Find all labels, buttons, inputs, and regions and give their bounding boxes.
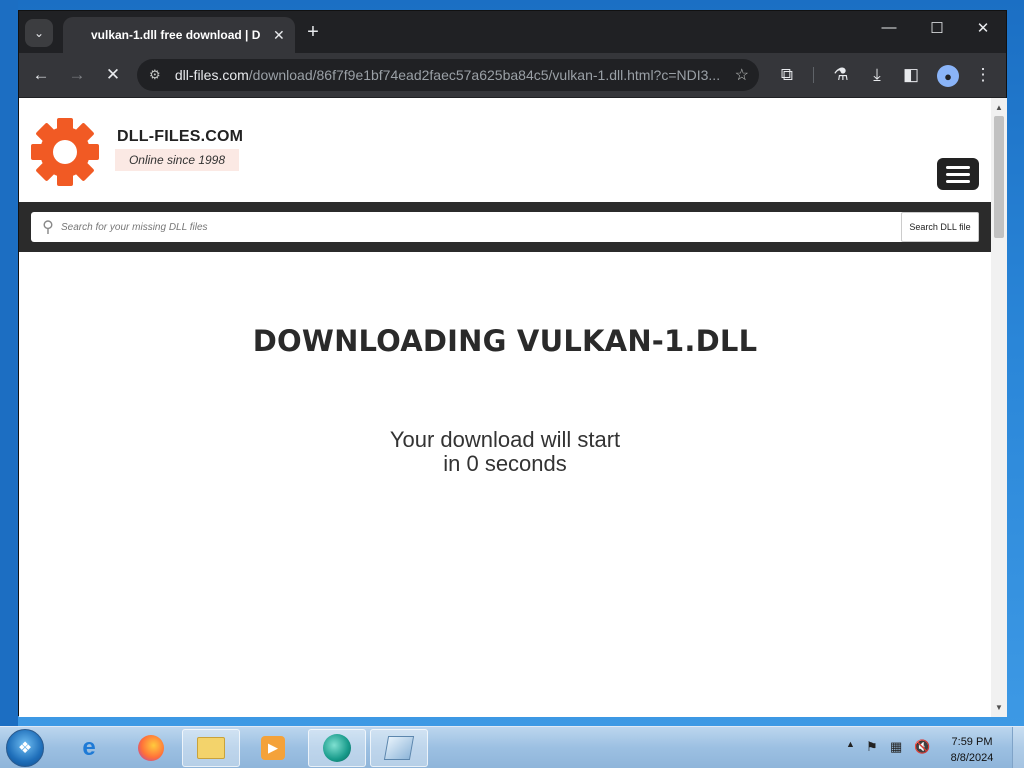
ie-icon: e [82, 734, 96, 761]
maximize-button[interactable]: ☐ [915, 19, 959, 37]
chevron-down-icon: ⌄ [33, 26, 45, 40]
search-box: ⚲ Search DLL file [31, 212, 979, 242]
windows-taskbar: ❖ e ▶ ▲ ⚑ ▦ 🔇 7:59 PM 8/8/2024 [0, 726, 1024, 768]
brand-tagline: Online since 1998 [115, 149, 239, 171]
taskbar-firefox-button[interactable] [122, 729, 180, 767]
media-player-icon: ▶ [261, 736, 285, 760]
tab-close-icon[interactable]: ✕ [273, 27, 285, 44]
hamburger-line [946, 172, 970, 176]
profile-avatar-icon[interactable]: ● [937, 65, 959, 87]
taskbar-media-player-button[interactable]: ▶ [244, 729, 302, 767]
browser-toolbar: ← → ✕ ⚙ dll-files.com/download/86f7f9e1b… [19, 53, 1006, 97]
back-icon[interactable]: ← [29, 63, 53, 87]
bookmark-star-icon[interactable]: ☆ [735, 65, 749, 85]
close-window-button[interactable]: ✕ [961, 19, 1005, 37]
taskbar-app-button[interactable] [370, 729, 428, 767]
hamburger-line [946, 165, 970, 169]
clock-time: 7:59 PM [951, 736, 993, 748]
start-button[interactable]: ❖ [6, 729, 44, 767]
folder-icon [197, 737, 225, 759]
minimize-button[interactable]: — [867, 19, 911, 36]
countdown-line-1: Your download will start [389, 427, 621, 452]
taskbar-clock[interactable]: 7:59 PM 8/8/2024 [940, 734, 1004, 766]
labs-flask-icon[interactable]: ⚗ [829, 63, 853, 87]
toolbar-divider [813, 67, 814, 83]
tab-strip: ⌄ vulkan-1.dll free download | D ✕ + — ☐… [19, 11, 1006, 53]
desktop-background [0, 0, 18, 726]
new-tab-button[interactable]: + [301, 21, 325, 44]
scroll-up-arrow-icon[interactable]: ▲ [994, 103, 1004, 113]
page-viewport: DLL-FILES.COM Online since 1998 ⚲ Search… [19, 98, 991, 717]
windows-logo-icon: ❖ [17, 740, 33, 757]
menu-kebab-icon[interactable]: ⋮ [971, 63, 995, 87]
url-text: dll-files.com/download/86f7f9e1bf74ead2f… [175, 67, 729, 83]
firefox-icon [138, 735, 164, 761]
address-bar[interactable]: ⚙ dll-files.com/download/86f7f9e1bf74ead… [137, 59, 759, 91]
site-info-icon[interactable]: ⚙ [149, 67, 175, 83]
url-path: /download/86f7f9e1bf74ead2faec57a625ba84… [248, 67, 721, 83]
hamburger-menu-button[interactable] [937, 158, 979, 190]
app-icon [383, 736, 415, 760]
forward-icon[interactable]: → [65, 63, 89, 87]
show-desktop-button[interactable] [1012, 727, 1024, 768]
search-dll-button[interactable]: Search DLL file [901, 212, 979, 242]
dll-search-input[interactable] [61, 213, 901, 241]
download-countdown: Your download will start in 0 seconds [19, 428, 991, 476]
countdown-line-2: in 0 seconds [443, 451, 567, 476]
url-domain: dll-files.com [174, 67, 249, 83]
taskbar-browser-button[interactable] [308, 729, 366, 767]
scroll-down-arrow-icon[interactable]: ▼ [994, 703, 1004, 713]
page-scrollbar[interactable]: ▲ ▼ [991, 98, 1007, 717]
page-title: DOWNLOADING VULKAN-1.DLL [252, 324, 758, 358]
tray-show-hidden-icon[interactable]: ▲ [846, 739, 855, 749]
tab-search-button[interactable]: ⌄ [25, 19, 53, 47]
tab-active[interactable]: vulkan-1.dll free download | D ✕ [63, 17, 295, 53]
hamburger-line [946, 179, 970, 183]
taskbar-explorer-button[interactable] [182, 729, 240, 767]
stop-loading-icon[interactable]: ✕ [101, 63, 125, 87]
volume-muted-icon[interactable]: 🔇 [914, 739, 930, 755]
brand-name[interactable]: DLL-FILES.COM [117, 128, 243, 146]
scroll-thumb[interactable] [994, 116, 1004, 238]
network-icon[interactable]: ▦ [890, 739, 902, 755]
action-center-flag-icon[interactable]: ⚑ [866, 739, 878, 755]
dll-files-gear-logo-icon[interactable] [29, 116, 101, 188]
extensions-icon[interactable]: ⧉ [775, 63, 799, 87]
search-bar-section: ⚲ Search DLL file [19, 202, 991, 252]
tab-title: vulkan-1.dll free download | D [91, 28, 261, 42]
taskbar-ie-button[interactable]: e [60, 729, 118, 767]
downloads-icon[interactable]: ⤓ [865, 63, 889, 87]
side-panel-icon[interactable]: ◧ [899, 63, 923, 87]
site-header: DLL-FILES.COM Online since 1998 [19, 98, 991, 202]
clock-date: 8/8/2024 [950, 752, 994, 764]
browser-app-icon [323, 734, 351, 762]
browser-window: ⌄ vulkan-1.dll free download | D ✕ + — ☐… [18, 10, 1007, 717]
search-icon: ⚲ [42, 219, 54, 236]
